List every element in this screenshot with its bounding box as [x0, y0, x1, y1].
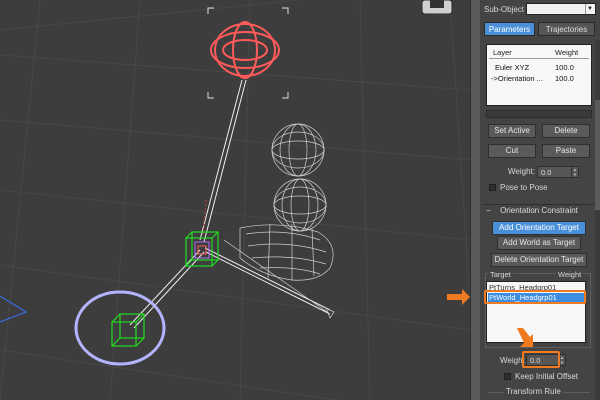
- link-lines: [129, 79, 331, 329]
- layer-row-weight: 100.0: [555, 63, 574, 72]
- chevron-down-icon: ▼: [585, 4, 594, 14]
- sub-object-dropdown[interactable]: ▼: [526, 3, 596, 15]
- layer-list[interactable]: Layer Weight Euler XYZ 100.0 ->Orientati…: [486, 44, 592, 106]
- sub-object-label: Sub-Object: [484, 5, 525, 14]
- set-active-button[interactable]: Set Active: [488, 124, 536, 138]
- paste-layer-button[interactable]: Paste: [542, 144, 590, 158]
- tab-parameters[interactable]: Parameters: [484, 22, 535, 36]
- command-panel: Sub-Object ▼ Parameters Trajectories Lay…: [480, 0, 600, 400]
- panel-scrollbar[interactable]: [595, 40, 600, 400]
- orange-arrow-down: [517, 328, 533, 347]
- highlight-target-weight: [522, 351, 560, 368]
- add-world-as-target-button[interactable]: Add World as Target: [497, 236, 581, 250]
- target-column-header: Target: [488, 270, 513, 279]
- layer-row-weight: 100.0: [555, 74, 574, 83]
- rollout-title: Orientation Constraint: [500, 206, 578, 215]
- helper-box-upper: [185, 231, 219, 267]
- tab-trajectories[interactable]: Trajectories: [538, 22, 595, 36]
- viewport-perspective[interactable]: [0, 0, 470, 400]
- layer-row-name[interactable]: ->Orientation ...: [491, 74, 543, 83]
- pose-to-pose-label: Pose to Pose: [500, 183, 548, 192]
- weight-column-header: Weight: [555, 48, 579, 57]
- weight-column-header: Weight: [556, 270, 584, 279]
- transform-rule-label: Transform Rule: [504, 387, 563, 396]
- orange-arrow-left: [447, 289, 470, 305]
- delete-orientation-target-button[interactable]: Delete Orientation Target: [491, 253, 587, 267]
- rotate-gizmo-red: [210, 21, 280, 79]
- blue-outline-shape: [0, 295, 28, 323]
- layer-weight-label: Weight:: [508, 167, 535, 176]
- viewport-scene: [0, 0, 470, 400]
- viewport-grid: [0, 0, 470, 400]
- keep-initial-offset-label: Keep Initial Offset: [515, 372, 578, 381]
- keep-initial-offset-checkbox[interactable]: [504, 373, 511, 380]
- layer-list-hscroll[interactable]: [486, 110, 592, 118]
- highlight-selected-target: [484, 290, 586, 304]
- cut-layer-button[interactable]: Cut: [488, 144, 536, 158]
- orientation-constraint-rollout-header[interactable]: − Orientation Constraint: [483, 204, 595, 216]
- layer-weight-spinner[interactable]: 0.0 ▲ ▼: [537, 166, 579, 178]
- layer-column-header: Layer: [493, 48, 512, 57]
- spinner-arrows-icon[interactable]: ▲ ▼: [571, 167, 578, 178]
- add-orientation-target-button[interactable]: Add Orientation Target: [492, 221, 586, 235]
- layer-row-name[interactable]: Euler XYZ: [495, 63, 529, 72]
- delete-layer-button[interactable]: Delete: [542, 124, 590, 138]
- helper-box-lower: [111, 313, 145, 347]
- pose-to-pose-checkbox[interactable]: [489, 184, 496, 191]
- panel-scrollbar-thumb[interactable]: [595, 100, 600, 210]
- layer-weight-value: 0.0: [541, 168, 552, 177]
- viewport-panel-divider[interactable]: [470, 0, 480, 400]
